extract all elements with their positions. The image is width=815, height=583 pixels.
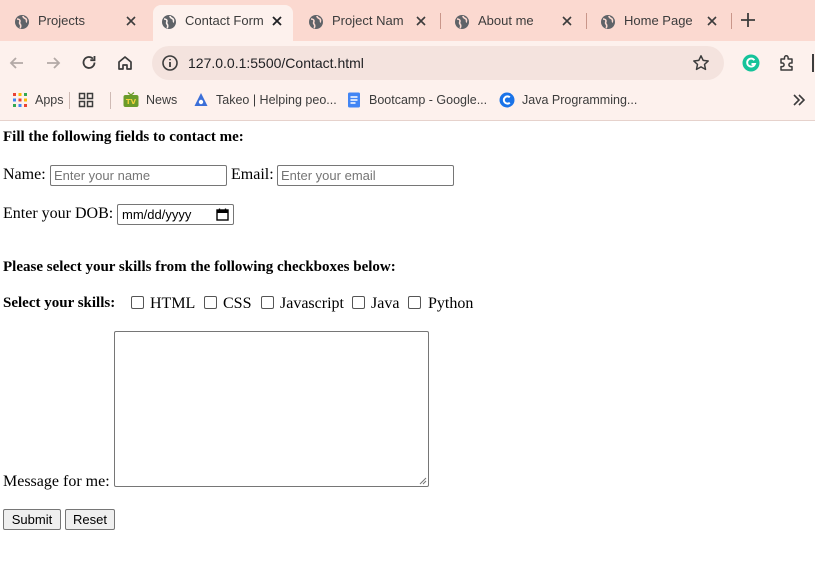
tab-title: Contact Form	[185, 13, 264, 28]
reload-icon[interactable]	[79, 53, 99, 73]
browser-toolbar: 127.0.0.1:5500/Contact.html	[0, 41, 815, 85]
tab-title: Projects	[38, 13, 85, 28]
skill-label-html: HTML	[150, 295, 196, 312]
news-tv-icon: TV	[123, 92, 139, 107]
calendar-icon[interactable]	[216, 208, 229, 221]
address-bar[interactable]: 127.0.0.1:5500/Contact.html	[152, 46, 724, 80]
bookmark-separator	[110, 92, 111, 109]
message-textarea[interactable]	[114, 331, 429, 487]
globe-icon	[601, 15, 615, 29]
email-input[interactable]	[277, 165, 454, 186]
tab-strip: Projects Contact Form Project Name About…	[0, 0, 815, 41]
close-icon[interactable]	[121, 11, 141, 31]
url-text: 127.0.0.1:5500/Contact.html	[188, 55, 364, 71]
bookmark-tab-groups[interactable]	[78, 85, 101, 115]
checkbox-css[interactable]	[204, 296, 217, 309]
tab-project-name[interactable]: Project Name	[294, 5, 440, 41]
tab-title: Home Page	[624, 13, 693, 28]
back-arrow-icon[interactable]	[7, 53, 27, 73]
reset-button[interactable]: Reset	[65, 509, 115, 530]
resize-grip-icon[interactable]	[418, 476, 427, 485]
bookmark-label: Apps	[35, 93, 64, 107]
bookmark-java-programming[interactable]: Java Programming...	[499, 85, 637, 115]
dob-date-input[interactable]: mm/dd/yyyy	[117, 204, 234, 225]
page-content: Fill the following fields to contact me:…	[0, 121, 815, 583]
close-icon[interactable]	[411, 11, 431, 31]
tab-about-me[interactable]: About me	[440, 5, 586, 41]
toolbar-edge-divider	[812, 54, 814, 72]
skills-label: Select your skills:	[3, 295, 116, 311]
form-heading: Fill the following fields to contact me:	[3, 129, 244, 145]
close-icon[interactable]	[702, 11, 722, 31]
tab-contact-form[interactable]: Contact Form	[153, 5, 293, 41]
bookmark-label: Java Programming...	[522, 93, 638, 107]
bookmark-separator	[69, 92, 70, 109]
home-icon[interactable]	[115, 53, 135, 73]
tab-title: About me	[478, 13, 534, 28]
bookmark-apps[interactable]: Apps	[12, 85, 64, 115]
globe-icon	[455, 15, 469, 29]
tab-title: Project Name	[332, 13, 404, 28]
takeo-icon	[194, 93, 208, 106]
globe-icon	[15, 15, 29, 29]
extensions-puzzle-icon[interactable]	[777, 53, 797, 73]
tab-projects[interactable]: Projects	[0, 5, 150, 41]
email-label: Email:	[231, 166, 274, 183]
skill-label-css: CSS	[223, 295, 252, 312]
bookmark-star-icon[interactable]	[691, 53, 711, 73]
date-placeholder: mm/dd/yyyy	[122, 207, 192, 222]
globe-icon	[309, 15, 323, 29]
tab-groups-icon	[78, 92, 94, 108]
bookmark-bootcamp[interactable]: Bootcamp - Google...	[346, 85, 487, 115]
tab-home-page[interactable]: Home Page	[586, 5, 732, 41]
svg-text:TV: TV	[126, 98, 137, 106]
skill-label-javascript: Javascript	[280, 295, 344, 312]
checkbox-python[interactable]	[408, 296, 421, 309]
checkbox-java[interactable]	[352, 296, 365, 309]
checkbox-html[interactable]	[131, 296, 144, 309]
bookmarks-bar: Apps TV News Takeo | Helping peo... Boot…	[0, 85, 815, 121]
skill-label-python: Python	[428, 295, 474, 312]
bookmark-label: News	[146, 93, 178, 107]
apps-grid-icon	[13, 93, 27, 107]
new-tab-plus-icon[interactable]	[737, 9, 759, 31]
bookmark-news[interactable]: TV News	[123, 85, 177, 115]
chevron-double-right-icon[interactable]	[789, 90, 809, 110]
name-input[interactable]	[50, 165, 227, 186]
c-logo-icon	[499, 92, 515, 108]
grammarly-extension-icon[interactable]	[741, 53, 761, 73]
submit-button[interactable]: Submit	[3, 509, 61, 530]
dob-label: Enter your DOB:	[3, 205, 114, 222]
message-label: Message for me:	[3, 473, 110, 490]
skill-label-java: Java	[371, 295, 400, 312]
name-label: Name:	[3, 166, 46, 183]
site-info-icon[interactable]	[160, 53, 180, 73]
close-icon[interactable]	[557, 11, 577, 31]
close-icon[interactable]	[267, 11, 287, 31]
bookmark-takeo[interactable]: Takeo | Helping peo...	[193, 85, 337, 115]
bookmark-label: Bootcamp - Google...	[369, 93, 488, 107]
checkbox-javascript[interactable]	[261, 296, 274, 309]
globe-icon	[162, 15, 176, 29]
tab-separator	[731, 13, 732, 29]
google-docs-icon	[348, 92, 360, 108]
skills-heading: Please select your skills from the follo…	[3, 259, 396, 275]
forward-arrow-icon[interactable]	[43, 53, 63, 73]
bookmark-label: Takeo | Helping peo...	[216, 93, 337, 107]
